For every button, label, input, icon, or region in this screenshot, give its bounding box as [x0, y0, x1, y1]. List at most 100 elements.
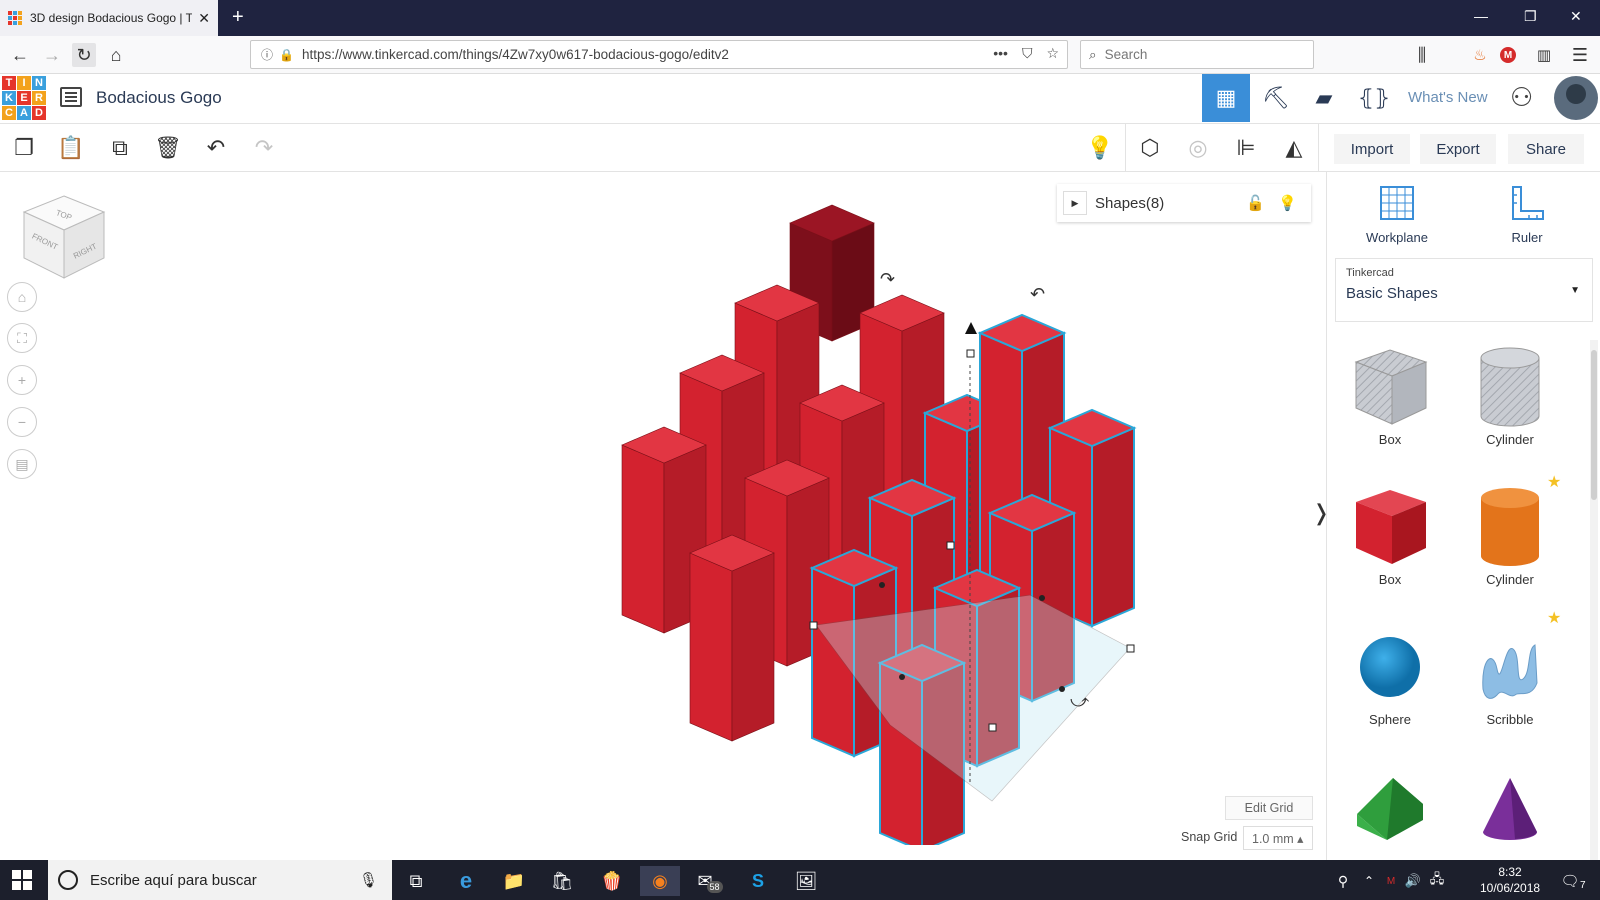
shape-cone[interactable]: [1455, 764, 1565, 854]
edge-handle[interactable]: [1039, 595, 1045, 601]
hide-bulb-icon[interactable]: 💡: [1278, 194, 1297, 212]
edge-handle[interactable]: [879, 582, 885, 588]
fit-view-icon[interactable]: ⛶: [7, 323, 37, 353]
blocks-pickaxe-icon[interactable]: ⛏: [1252, 74, 1300, 122]
pillar-left-face[interactable]: [689, 552, 733, 742]
url-bar[interactable]: ⓘ 🔒 https://www.tinkercad.com/things/4Zw…: [250, 40, 1068, 69]
edge-icon[interactable]: e: [446, 866, 486, 896]
corner-handle[interactable]: [1126, 644, 1135, 653]
rotate-arrow-icon[interactable]: ↷: [880, 269, 895, 290]
zoom-out-icon[interactable]: −: [7, 407, 37, 437]
microphone-icon[interactable]: 🎙: [359, 871, 378, 889]
design-menu-icon[interactable]: [60, 87, 82, 107]
home-icon[interactable]: ⌂: [104, 43, 128, 67]
design-title[interactable]: Bodacious Gogo: [96, 88, 222, 108]
back-icon[interactable]: ←: [8, 43, 32, 67]
zoom-in-icon[interactable]: +: [7, 365, 37, 395]
tab-close-icon[interactable]: ✕: [198, 10, 210, 27]
minimize-button[interactable]: —: [1474, 8, 1488, 24]
hamburger-menu-icon[interactable]: ☰: [1568, 43, 1592, 67]
shape-roof[interactable]: [1335, 764, 1445, 854]
mail-icon[interactable]: ✉ 58: [690, 866, 730, 896]
snap-grid-select[interactable]: 1.0 mm ▴: [1243, 826, 1313, 850]
file-explorer-icon[interactable]: 📁: [494, 866, 534, 896]
info-icon[interactable]: ⓘ: [261, 46, 273, 63]
ruler-tool[interactable]: Ruler: [1477, 182, 1577, 245]
edge-handle[interactable]: [899, 674, 905, 680]
extension-fire-icon[interactable]: ♨: [1468, 43, 1492, 67]
edge-handle[interactable]: [1059, 686, 1065, 692]
skype-icon[interactable]: S: [738, 866, 778, 896]
ortho-view-icon[interactable]: ▤: [7, 449, 37, 479]
corner-handle[interactable]: [988, 723, 997, 732]
whats-new-link[interactable]: What's New: [1408, 89, 1488, 106]
extension-m-icon[interactable]: M: [1500, 47, 1516, 63]
taskbar-search-box[interactable]: Escribe aquí para buscar 🎙: [48, 860, 392, 900]
3d-view-grid-icon[interactable]: ▦: [1202, 74, 1250, 122]
pillar-right-face[interactable]: [731, 552, 775, 742]
lock-icon[interactable]: 🔓: [1246, 194, 1265, 212]
shape-cylinder[interactable]: Cylinder: [1455, 482, 1565, 587]
library-icon[interactable]: ⫼: [1410, 43, 1434, 67]
favorite-star-icon[interactable]: ★: [1547, 472, 1561, 492]
library-scroll-thumb[interactable]: [1591, 350, 1597, 500]
edit-grid-button[interactable]: Edit Grid: [1225, 796, 1313, 820]
photos-icon[interactable]: 🖼: [786, 866, 826, 896]
restore-button[interactable]: ❐: [1524, 8, 1537, 25]
copy-icon[interactable]: ❐: [8, 132, 40, 164]
rotate-arrow-icon[interactable]: ↶: [1030, 284, 1045, 305]
shape-sphere[interactable]: Sphere: [1335, 622, 1445, 727]
collapse-panel-arrow[interactable]: ❭: [1312, 500, 1330, 540]
undo-icon[interactable]: ↶: [200, 132, 232, 164]
shape-cylinder-hole[interactable]: Cylinder: [1455, 342, 1565, 447]
align-icon[interactable]: ⊫: [1230, 132, 1262, 164]
codeblocks-icon[interactable]: ⦃⦄: [1350, 74, 1398, 122]
network-icon[interactable]: 🖧: [1417, 866, 1457, 896]
rotate-arrow-icon[interactable]: ⤻: [1070, 691, 1090, 712]
add-user-icon[interactable]: ⚇: [1510, 82, 1533, 113]
redo-icon[interactable]: ↷: [248, 132, 280, 164]
duplicate-icon[interactable]: ⧉: [104, 132, 136, 164]
tinkercad-logo[interactable]: T I N K E R C A D: [2, 76, 46, 120]
reload-icon[interactable]: ↻: [72, 43, 96, 67]
pillar-left-face[interactable]: [621, 444, 665, 634]
lift-cone-handle[interactable]: [965, 322, 977, 334]
import-button[interactable]: Import: [1334, 134, 1410, 164]
export-button[interactable]: Export: [1420, 134, 1496, 164]
firefox-icon[interactable]: ◉: [640, 866, 680, 896]
corner-handle[interactable]: [809, 621, 818, 630]
delete-trash-icon[interactable]: 🗑: [152, 132, 184, 164]
close-window-button[interactable]: ✕: [1570, 8, 1582, 25]
forward-icon[interactable]: →: [40, 43, 64, 67]
shape-box[interactable]: Box: [1335, 482, 1445, 587]
avatar[interactable]: [1554, 76, 1598, 120]
mirror-icon[interactable]: ◭: [1278, 132, 1310, 164]
new-tab-button[interactable]: +: [232, 6, 244, 28]
workplane-tool[interactable]: Workplane: [1347, 182, 1447, 245]
shape-scribble[interactable]: Scribble: [1455, 622, 1565, 727]
shape-box-hole[interactable]: Box: [1335, 342, 1445, 447]
favorite-star-icon[interactable]: ★: [1547, 608, 1561, 628]
pillar-right-face[interactable]: [1091, 426, 1135, 628]
store-icon[interactable]: 🛍: [542, 866, 582, 896]
windows-start-icon[interactable]: [12, 870, 32, 890]
bookmark-star-icon[interactable]: ☆: [1046, 45, 1059, 62]
bricks-icon[interactable]: ▰: [1300, 74, 1348, 122]
light-bulb-icon[interactable]: 💡: [1084, 132, 1116, 164]
share-button[interactable]: Share: [1508, 134, 1584, 164]
popcorn-app-icon[interactable]: 🍿: [592, 866, 632, 896]
expand-caret-icon[interactable]: ▶: [1063, 191, 1087, 215]
page-actions-icon[interactable]: •••: [993, 45, 1008, 62]
ungroup-icon[interactable]: ◎: [1182, 132, 1214, 164]
center-handle[interactable]: [946, 541, 955, 550]
group-icon[interactable]: ⬡: [1134, 132, 1166, 164]
height-handle[interactable]: [966, 349, 975, 358]
browser-tab[interactable]: 3D design Bodacious Gogo | Ti ✕: [0, 0, 218, 36]
paste-icon[interactable]: 📋: [55, 132, 87, 164]
search-bar[interactable]: ⌕ Search: [1080, 40, 1314, 69]
task-view-icon[interactable]: ⧉: [396, 866, 436, 896]
pocket-icon[interactable]: ⛉: [1022, 45, 1033, 62]
library-selector[interactable]: Tinkercad Basic Shapes ▼: [1335, 258, 1593, 322]
taskbar-clock[interactable]: 8:32 10/06/2018: [1480, 864, 1540, 896]
sidebar-icon[interactable]: ▥: [1532, 43, 1556, 67]
